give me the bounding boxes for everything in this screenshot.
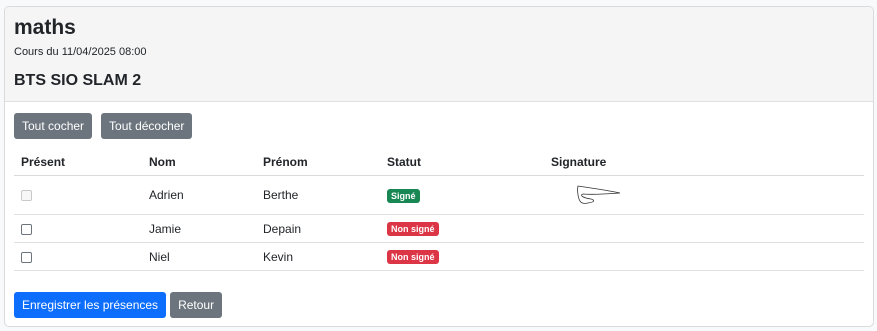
present-checkbox[interactable] [21, 251, 32, 263]
course-date: Cours du 11/04/2025 08:00 [14, 46, 147, 58]
student-last-name: Adrien [149, 175, 263, 215]
table-row: Niel Kevin Non signé [14, 242, 864, 271]
signature-image [577, 185, 621, 204]
status-badge: Non signé [387, 222, 439, 236]
table-row: Adrien Berthe Signé [14, 175, 864, 215]
student-last-name: Niel [149, 242, 263, 271]
student-last-name: Jamie [149, 214, 263, 243]
attendance-card: maths Cours du 11/04/2025 08:00 BTS SIO … [4, 6, 874, 327]
status-badge: Signé [387, 188, 420, 203]
check-all-button[interactable]: Tout cocher [14, 113, 93, 139]
column-header-signature: Signature [551, 149, 864, 176]
selection-toolbar: Tout cocher Tout décocher [14, 113, 864, 139]
course-title: maths [14, 16, 76, 39]
save-attendance-button[interactable]: Enregistrer les présences [14, 292, 167, 318]
card-header: maths Cours du 11/04/2025 08:00 BTS SIO … [5, 7, 873, 102]
student-first-name: Berthe [263, 175, 387, 215]
student-first-name: Depain [263, 214, 387, 243]
attendance-table: Présent Nom Prénom Statut Signature Adri… [14, 149, 864, 271]
class-name: BTS SIO SLAM 2 [14, 72, 142, 89]
column-header-present: Présent [14, 149, 149, 176]
uncheck-all-button[interactable]: Tout décocher [101, 113, 193, 139]
student-first-name: Kevin [263, 242, 387, 271]
present-checkbox [21, 190, 32, 202]
card-body: Tout cocher Tout décocher Présent Nom Pr… [5, 102, 873, 318]
table-row: Jamie Depain Non signé [14, 214, 864, 243]
present-checkbox[interactable] [21, 223, 32, 235]
status-badge: Non signé [387, 250, 439, 264]
table-header-row: Présent Nom Prénom Statut Signature [14, 149, 864, 176]
signature-cell [551, 242, 864, 271]
form-actions: Enregistrer les présences Retour [14, 292, 864, 318]
signature-cell [551, 214, 864, 243]
column-header-prenom: Prénom [263, 149, 387, 176]
column-header-nom: Nom [149, 149, 263, 176]
back-button[interactable]: Retour [170, 292, 223, 318]
column-header-statut: Statut [387, 149, 551, 176]
